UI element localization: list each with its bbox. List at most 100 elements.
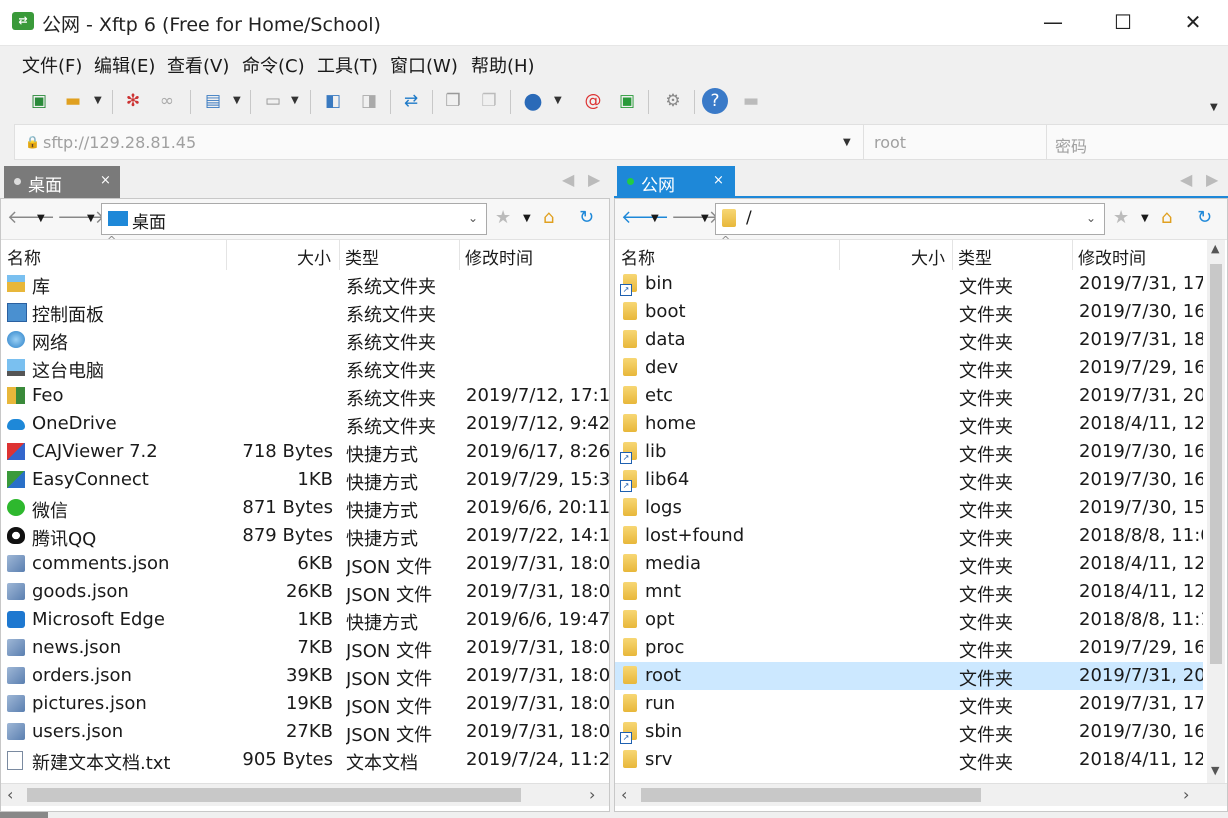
table-row[interactable]: 新建文本文档.txt 905 Bytes 文本文档 2019/7/24, 11:24 <box>1 746 609 774</box>
open-folder-icon[interactable]: ▬ <box>60 88 86 114</box>
column-type[interactable]: 类型 <box>958 244 992 269</box>
column-divider[interactable] <box>459 240 460 270</box>
table-row[interactable]: users.json 27KB JSON 文件 2019/7/31, 18:03 <box>1 718 609 746</box>
bookmark-dropdown-icon[interactable]: ▼ <box>1141 213 1149 224</box>
bookmark-dropdown-icon[interactable]: ▼ <box>523 213 531 224</box>
toolbar-overflow-icon[interactable]: ▼ <box>1210 102 1218 113</box>
scroll-thumb[interactable] <box>641 788 981 802</box>
table-row[interactable]: orders.json 39KB JSON 文件 2019/7/31, 18:04 <box>1 662 609 690</box>
table-row[interactable]: ↗ lib 文件夹 2019/7/30, 16 <box>615 438 1203 466</box>
remote-vertical-scrollbar[interactable]: ▲ ▼ <box>1207 240 1225 783</box>
table-row[interactable]: pictures.json 19KB JSON 文件 2019/7/31, 18:05 <box>1 690 609 718</box>
scroll-thumb[interactable] <box>27 788 521 802</box>
address-dropdown-icon[interactable]: ▼ <box>843 137 851 148</box>
properties-dropdown-icon[interactable]: ▼ <box>233 95 241 106</box>
tab-desktop[interactable]: 桌面 × <box>4 166 120 198</box>
minimize-button[interactable]: — <box>1018 0 1088 45</box>
new-session-icon[interactable]: ▣ <box>26 88 52 114</box>
column-type[interactable]: 类型 <box>345 244 379 269</box>
terminal-icon[interactable]: ▭ <box>260 88 286 114</box>
upload-icon[interactable]: ◧ <box>320 88 346 114</box>
column-size[interactable]: 大小 <box>297 244 331 269</box>
column-divider[interactable] <box>1072 240 1073 270</box>
menu-command[interactable]: 命令(C) <box>242 52 305 78</box>
copy-icon[interactable]: ❐ <box>440 88 466 114</box>
sync-icon[interactable]: ⇄ <box>398 88 424 114</box>
table-row[interactable]: 微信 871 Bytes 快捷方式 2019/6/6, 20:11 <box>1 494 609 522</box>
back-icon[interactable]: 🡐 <box>7 207 55 228</box>
table-row[interactable]: home 文件夹 2018/4/11, 12 <box>615 410 1203 438</box>
column-divider[interactable] <box>839 240 840 270</box>
column-divider[interactable] <box>226 240 227 270</box>
table-row[interactable]: goods.json 26KB JSON 文件 2019/7/31, 18:04 <box>1 578 609 606</box>
tab-scroll-right-icon[interactable]: ▶ <box>588 170 600 189</box>
table-row[interactable]: 控制面板 系统文件夹 <box>1 298 609 326</box>
column-size[interactable]: 大小 <box>911 244 945 269</box>
table-row[interactable]: 腾讯QQ 879 Bytes 快捷方式 2019/7/22, 14:16 <box>1 522 609 550</box>
table-row[interactable]: OneDrive 系统文件夹 2019/7/12, 9:42 <box>1 410 609 438</box>
terminal-dropdown-icon[interactable]: ▼ <box>291 95 299 106</box>
back-icon[interactable]: 🡐 <box>621 207 669 228</box>
tab-remote[interactable]: 公网 × <box>617 166 735 198</box>
refresh-icon[interactable]: ↻ <box>1197 207 1212 228</box>
column-name[interactable]: 名称 <box>621 244 655 269</box>
column-divider[interactable] <box>952 240 953 270</box>
password-field[interactable]: 密码 <box>1046 125 1228 159</box>
column-name[interactable]: 名称 <box>7 244 41 269</box>
menu-file[interactable]: 文件(F) <box>22 52 82 78</box>
bookmark-icon[interactable]: ★ <box>495 207 511 228</box>
home-icon[interactable]: ⌂ <box>1161 207 1172 228</box>
disconnect-icon[interactable]: ✻ <box>120 88 146 114</box>
forward-dropdown-icon[interactable]: ▼ <box>701 213 709 224</box>
back-dropdown-icon[interactable]: ▼ <box>651 213 659 224</box>
path-dropdown-icon[interactable]: ⌄ <box>1086 211 1096 225</box>
table-row[interactable]: dev 文件夹 2019/7/29, 16 <box>615 354 1203 382</box>
table-row[interactable]: lost+found 文件夹 2018/8/8, 11:0 <box>615 522 1203 550</box>
table-row[interactable]: data 文件夹 2019/7/31, 18 <box>615 326 1203 354</box>
local-horizontal-scrollbar[interactable]: ‹ › <box>1 783 609 806</box>
table-row[interactable]: boot 文件夹 2019/7/30, 16 <box>615 298 1203 326</box>
bookmark-icon[interactable]: ★ <box>1113 207 1129 228</box>
table-row[interactable]: 库 系统文件夹 <box>1 270 609 298</box>
table-row[interactable]: logs 文件夹 2019/7/30, 15 <box>615 494 1203 522</box>
column-modified[interactable]: 修改时间 <box>1078 244 1146 269</box>
forward-icon[interactable]: 🡒 <box>671 207 719 228</box>
forward-dropdown-icon[interactable]: ▼ <box>87 213 95 224</box>
tab-scroll-left-icon[interactable]: ◀ <box>1180 170 1192 189</box>
paste-icon[interactable]: ❐ <box>476 88 502 114</box>
gear-icon[interactable]: ⚙ <box>660 88 686 114</box>
globe-dropdown-icon[interactable]: ▼ <box>554 95 562 106</box>
open-dropdown-icon[interactable]: ▼ <box>94 95 102 106</box>
table-row[interactable]: ↗ sbin 文件夹 2019/7/30, 16 <box>615 718 1203 746</box>
column-divider[interactable] <box>339 240 340 270</box>
username-field[interactable]: root <box>863 125 1046 159</box>
table-row[interactable]: comments.json 6KB JSON 文件 2019/7/31, 18:04 <box>1 550 609 578</box>
scroll-right-icon[interactable]: › <box>1183 785 1189 804</box>
scroll-left-icon[interactable]: ‹ <box>621 785 627 804</box>
xshell-icon[interactable]: @ <box>580 88 606 114</box>
tab-scroll-left-icon[interactable]: ◀ <box>562 170 574 189</box>
close-button[interactable]: ✕ <box>1158 0 1228 45</box>
path-dropdown-icon[interactable]: ⌄ <box>468 211 478 225</box>
host-address-field[interactable]: 🔒 sftp://129.28.81.45 ▼ <box>15 125 863 159</box>
remote-path-box[interactable]: / ⌄ <box>715 203 1105 235</box>
xftp-app-icon[interactable]: ▣ <box>614 88 640 114</box>
tab-close-icon[interactable]: × <box>713 173 724 188</box>
download-icon[interactable]: ◨ <box>356 88 382 114</box>
home-icon[interactable]: ⌂ <box>543 207 554 228</box>
table-row[interactable]: Microsoft Edge 1KB 快捷方式 2019/6/6, 19:47 <box>1 606 609 634</box>
table-row[interactable]: CAJViewer 7.2 718 Bytes 快捷方式 2019/6/17, 8:2… <box>1 438 609 466</box>
column-modified[interactable]: 修改时间 <box>465 244 533 269</box>
globe-icon[interactable]: ● <box>520 88 546 114</box>
menu-tools[interactable]: 工具(T) <box>317 52 378 78</box>
table-row[interactable]: run 文件夹 2019/7/31, 17 <box>615 690 1203 718</box>
menu-view[interactable]: 查看(V) <box>167 52 229 78</box>
table-row[interactable]: ↗ lib64 文件夹 2019/7/30, 16 <box>615 466 1203 494</box>
tab-scroll-right-icon[interactable]: ▶ <box>1206 170 1218 189</box>
scroll-down-icon[interactable]: ▼ <box>1211 764 1219 777</box>
forward-icon[interactable]: 🡒 <box>57 207 105 228</box>
table-row[interactable]: proc 文件夹 2019/7/29, 16 <box>615 634 1203 662</box>
help-icon[interactable]: ? <box>702 88 728 114</box>
remote-horizontal-scrollbar[interactable]: ‹ › <box>615 783 1227 806</box>
refresh-icon[interactable]: ↻ <box>579 207 594 228</box>
